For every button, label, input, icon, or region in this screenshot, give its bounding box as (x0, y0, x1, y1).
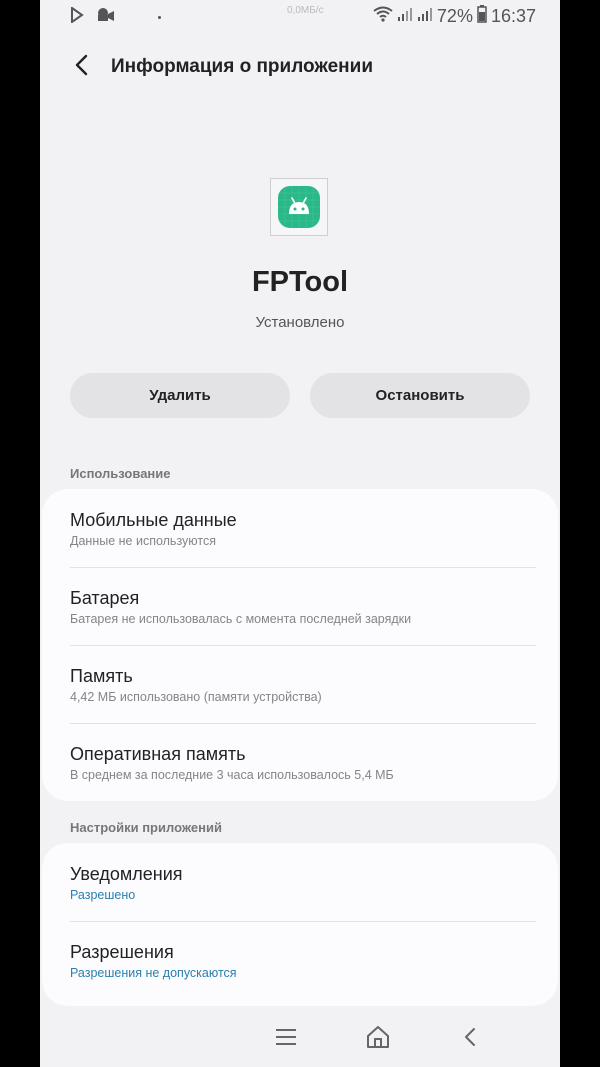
item-subtitle: 4,42 МБ использовано (памяти устройства) (70, 690, 322, 704)
signal-icon (397, 6, 413, 27)
usage-section-header: Использование (70, 466, 171, 481)
status-indicators: 72% 16:37 (373, 5, 536, 28)
recents-icon (274, 1027, 298, 1052)
clock: 16:37 (490, 6, 536, 26)
wifi-icon (373, 6, 393, 27)
item-subtitle: Данные не используются (70, 534, 216, 548)
home-icon (366, 1025, 390, 1054)
network-speed: 0,0МБ/с (287, 5, 324, 16)
item-subtitle: Разрешено (70, 888, 136, 902)
recents-button[interactable] (271, 1024, 301, 1054)
uninstall-button[interactable]: Удалить (70, 373, 290, 418)
item-subtitle: Батарея не использовалась с момента посл… (70, 612, 412, 626)
item-title: Мобильные данные (70, 510, 237, 530)
item-title: Уведомления (70, 864, 183, 884)
item-title: Батарея (70, 588, 140, 608)
item-title: Оперативная память (70, 744, 246, 764)
list-item-storage[interactable]: Память 4,42 МБ использовано (памяти устр… (42, 645, 558, 723)
item-title: Память (70, 666, 133, 686)
back-arrow-icon (463, 1026, 477, 1053)
list-item-permissions[interactable]: Разрешения Разрешения не допускаются (42, 921, 558, 999)
back-button[interactable] (66, 52, 96, 82)
list-item-memory[interactable]: Оперативная память В среднем за последни… (42, 723, 558, 801)
item-title: Разрешения (70, 942, 174, 962)
list-item-battery[interactable]: Батарея Батарея не использовалась с моме… (42, 567, 558, 645)
play-store-icon (70, 6, 84, 28)
battery-percent: 72% (436, 6, 473, 26)
usage-card: Мобильные данные Данные не используются … (42, 489, 558, 801)
navigation-bar (40, 1010, 560, 1067)
app-install-status: Установлено (255, 314, 345, 331)
list-item-mobile-data[interactable]: Мобильные данные Данные не используются (42, 489, 558, 567)
app-icon-frame (270, 178, 328, 236)
list-item-notifications[interactable]: Уведомления Разрешено (42, 843, 558, 921)
video-camera-icon (96, 7, 116, 28)
app-bar: Информация о приложении (40, 44, 560, 90)
status-notifications (70, 6, 161, 28)
signal-icon-2 (417, 6, 433, 27)
item-subtitle: В среднем за последние 3 часа использова… (70, 768, 394, 782)
app-settings-card: Уведомления Разрешено Разрешения Разреше… (42, 843, 558, 1006)
status-bar: 0,0МБ/с 72% 16:37 (40, 0, 560, 32)
chevron-left-icon (74, 54, 88, 81)
notification-dot-icon (158, 16, 161, 19)
app-name: FPTool (251, 266, 349, 298)
android-robot-icon (278, 186, 320, 228)
battery-icon (477, 5, 487, 28)
item-subtitle: Разрешения не допускаются (70, 966, 237, 980)
page-title: Информация о приложении (111, 56, 374, 77)
nav-back-button[interactable] (455, 1024, 485, 1054)
home-button[interactable] (363, 1024, 393, 1054)
force-stop-button[interactable]: Остановить (310, 373, 530, 418)
phone-screen: 0,0МБ/с 72% 16:37 Информация о приложени… (40, 0, 560, 1067)
app-settings-section-header: Настройки приложений (70, 820, 222, 835)
